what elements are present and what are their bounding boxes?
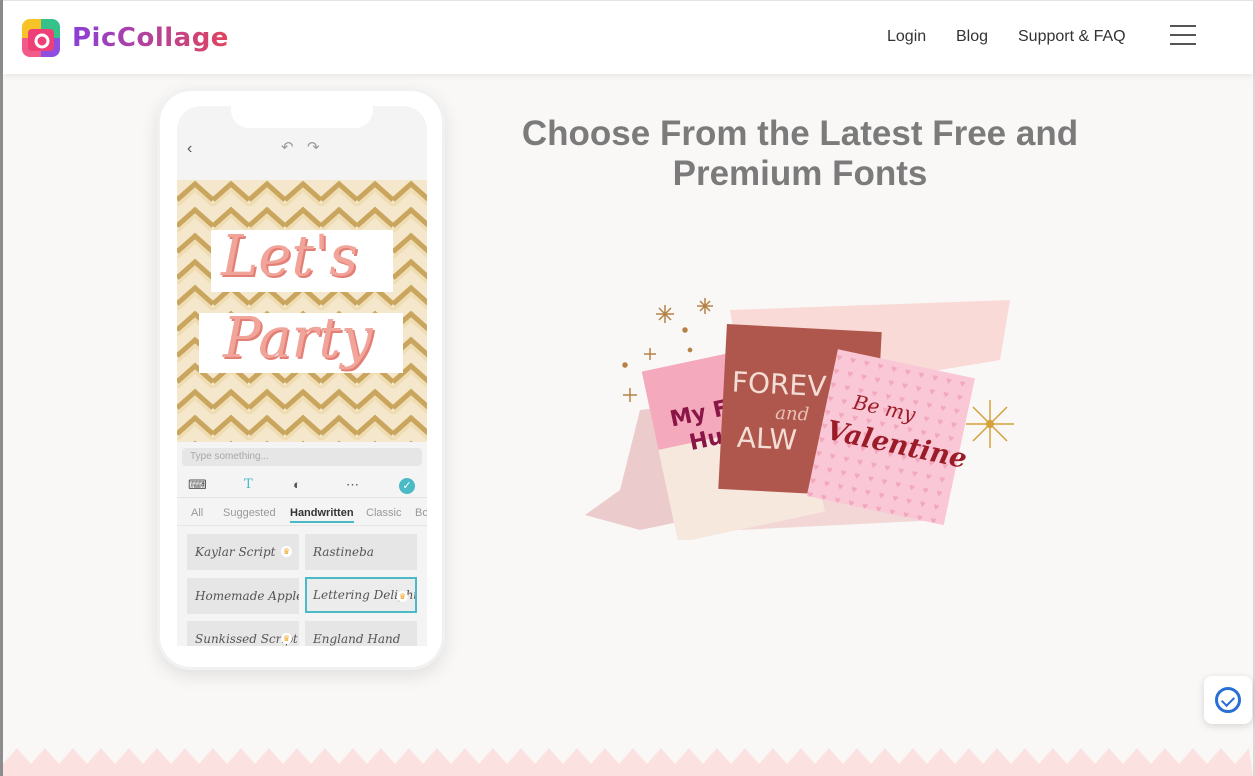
nav-blog[interactable]: Blog bbox=[956, 28, 988, 46]
font-option-rastineba[interactable]: Rastineba bbox=[305, 534, 417, 570]
zigzag-divider bbox=[3, 748, 1253, 776]
page-title-line2: Premium Fonts bbox=[672, 154, 928, 193]
back-arrow-icon[interactable]: ‹ bbox=[187, 140, 192, 158]
premium-crown-icon: ♛ bbox=[397, 591, 408, 602]
editor-toolbar: ⌨ T ◐ ⋯ ✓ bbox=[177, 474, 427, 498]
font-option-england-hand[interactable]: England Hand bbox=[305, 621, 417, 646]
page-title: Choose From the Latest Free and Premium … bbox=[500, 114, 1100, 194]
canvas-text-party: Party bbox=[223, 306, 373, 371]
font-option-sunkissed-script[interactable]: Sunkissed Script ♛ bbox=[187, 621, 299, 646]
collage-canvas[interactable]: Let's Party bbox=[177, 180, 427, 442]
tab-all[interactable]: All bbox=[191, 507, 203, 519]
tab-bold[interactable]: Bo bbox=[415, 507, 427, 519]
undo-icon[interactable]: ↶ bbox=[281, 138, 294, 156]
nav-support[interactable]: Support & FAQ bbox=[1018, 28, 1126, 46]
text-icon[interactable]: T bbox=[244, 477, 253, 492]
card-collage-graphic: My F Hu I FOREV and ALW ♥ Be my Valentin… bbox=[585, 298, 1014, 543]
tab-classic[interactable]: Classic bbox=[366, 507, 401, 519]
brand-logo[interactable]: PicCollage bbox=[22, 19, 229, 57]
blog-link[interactable]: Blog bbox=[956, 28, 988, 46]
phone-notch bbox=[231, 106, 373, 128]
support-faq-link[interactable]: Support & FAQ bbox=[1018, 28, 1126, 46]
nav-login[interactable]: Login bbox=[887, 28, 926, 46]
check-icon[interactable]: ✓ bbox=[399, 478, 415, 494]
page-title-line1: Choose From the Latest Free and bbox=[521, 114, 1079, 153]
text-input-field[interactable]: Type something... bbox=[182, 448, 422, 466]
font-category-tabs: All Suggested Handwritten Classic Bo bbox=[177, 504, 427, 526]
brand-name: PicCollage bbox=[72, 23, 229, 53]
redo-icon[interactable]: ↷ bbox=[307, 138, 320, 156]
login-link[interactable]: Login bbox=[887, 28, 926, 46]
palette-icon[interactable]: ◐ bbox=[293, 477, 301, 492]
support-chat-icon bbox=[1215, 687, 1241, 713]
more-icon[interactable]: ⋯ bbox=[346, 477, 359, 493]
font-option-homemade-apple[interactable]: Homemade Apple bbox=[187, 578, 299, 614]
keyboard-icon[interactable]: ⌨ bbox=[188, 477, 207, 493]
window-frame-left bbox=[0, 0, 3, 776]
piccollage-logo-icon bbox=[22, 19, 60, 57]
card-middle-line3: ALW bbox=[736, 421, 798, 457]
hamburger-menu-icon[interactable] bbox=[1170, 21, 1198, 49]
card-middle-line1: FOREV bbox=[731, 365, 827, 403]
phone-screen: ‹ ↶ ↷ Let's Party Type something... ⌨ T … bbox=[177, 106, 427, 646]
chat-support-widget[interactable] bbox=[1204, 676, 1252, 724]
premium-crown-icon: ♛ bbox=[281, 546, 292, 557]
premium-crown-icon: ♛ bbox=[281, 633, 292, 644]
canvas-text-lets: Let's bbox=[221, 224, 358, 289]
font-option-kaylar-script[interactable]: Kaylar Script ♛ bbox=[187, 534, 299, 570]
phone-mockup: ‹ ↶ ↷ Let's Party Type something... ⌨ T … bbox=[157, 88, 445, 670]
site-header: PicCollage Login Blog Support & FAQ bbox=[3, 0, 1253, 74]
tab-handwritten[interactable]: Handwritten bbox=[290, 507, 354, 523]
tab-suggested[interactable]: Suggested bbox=[223, 507, 276, 519]
font-option-lettering-delight[interactable]: Lettering Delight ♛ bbox=[305, 577, 417, 613]
font-cards-illustration: My F Hu I FOREV and ALW ♥ Be my Valentin… bbox=[580, 290, 1030, 543]
